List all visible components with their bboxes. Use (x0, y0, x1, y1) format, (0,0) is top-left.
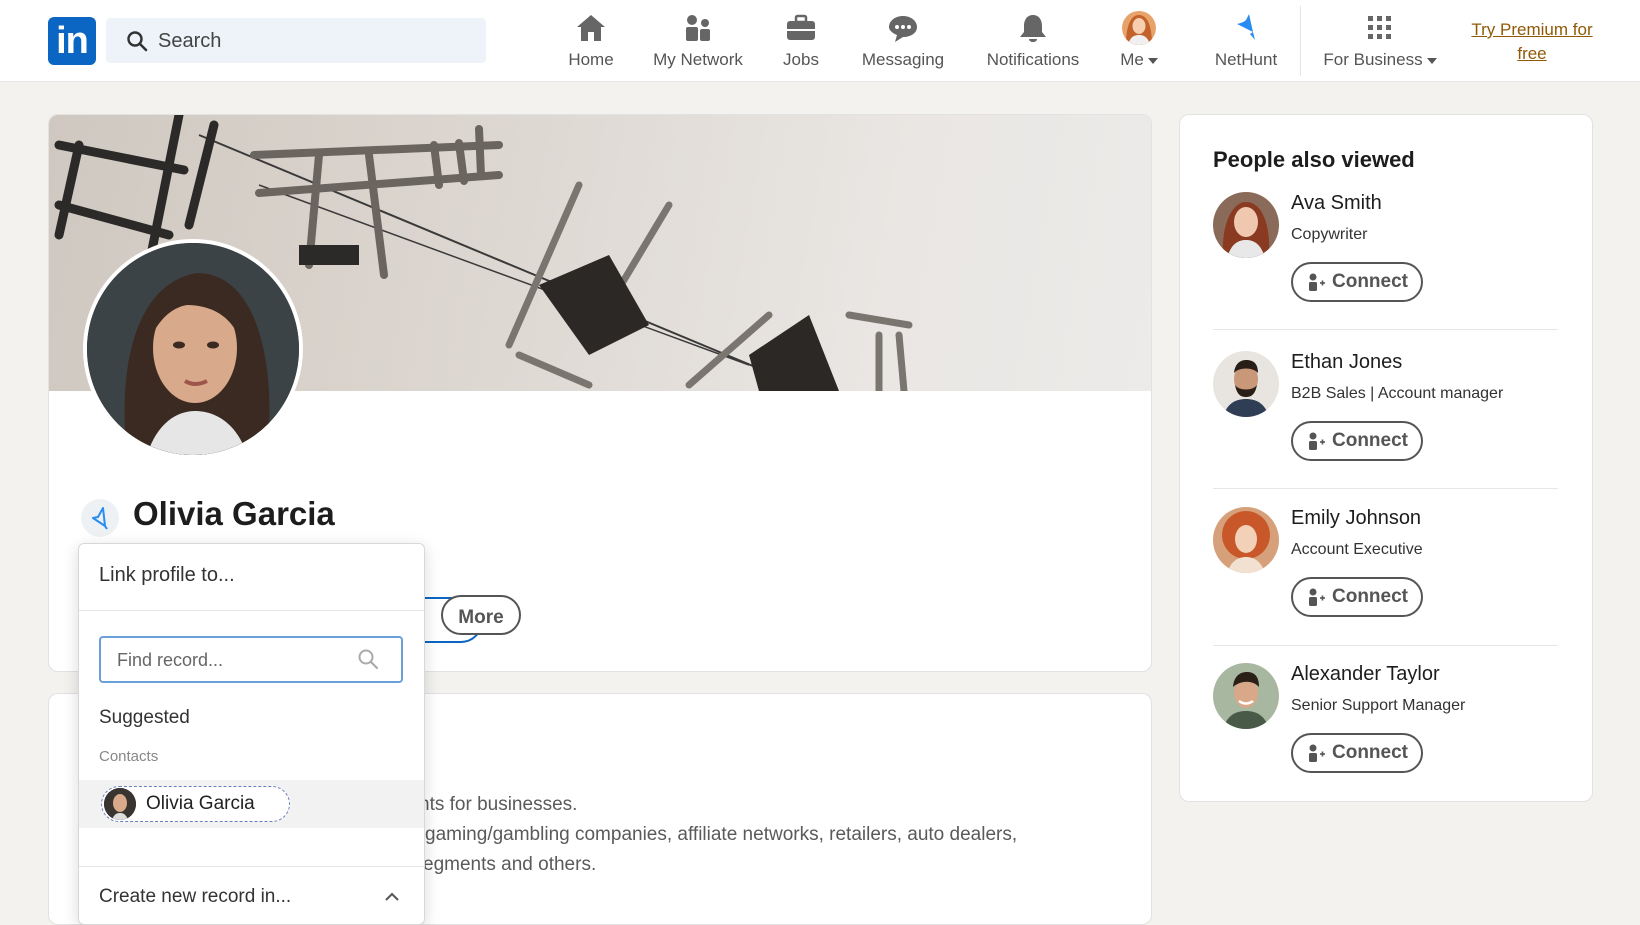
find-record-input[interactable] (115, 638, 359, 683)
connect-label: Connect (1332, 271, 1408, 292)
people-also-viewed-title: People also viewed (1213, 147, 1415, 172)
nav-divider (1300, 6, 1301, 76)
person-name[interactable]: Ethan Jones (1291, 351, 1402, 374)
person-card: Ava Smith Copywriter Connect (1213, 192, 1558, 342)
person-avatar-image (1213, 663, 1279, 729)
connect-button[interactable]: Connect (1291, 421, 1423, 461)
person-card: Alexander Taylor Senior Support Manager … (1213, 663, 1558, 813)
dropdown-divider (79, 866, 424, 867)
search-icon (358, 649, 379, 670)
person-avatar[interactable] (1213, 663, 1279, 729)
contact-avatar (104, 788, 136, 820)
person-card: Ethan Jones B2B Sales | Account manager … (1213, 351, 1558, 501)
about-line-2: gaming/gambling companies, affiliate net… (425, 824, 1018, 845)
me-caret-icon (1147, 57, 1158, 64)
find-record-box[interactable] (99, 636, 403, 683)
person-role: Senior Support Manager (1291, 697, 1466, 714)
network-icon (686, 15, 710, 41)
nav-messaging[interactable]: Messaging (856, 10, 950, 72)
people-also-viewed-card: People also viewed Ava Smith Copywriter … (1179, 114, 1593, 802)
create-new-record-label[interactable]: Create new record in... (99, 886, 291, 908)
try-premium-link[interactable]: Try Premium for free (1462, 18, 1602, 66)
nav-messaging-label: Messaging (861, 50, 945, 69)
person-divider (1213, 645, 1558, 646)
top-navbar: in Home My Network Jobs Messaging Notifi… (0, 0, 1640, 82)
person-name[interactable]: Alexander Taylor (1291, 663, 1440, 686)
nethunt-icon (92, 507, 108, 530)
connect-button[interactable]: Connect (1291, 733, 1423, 773)
nav-notifications-label: Notifications (986, 50, 1080, 69)
person-name[interactable]: Emily Johnson (1291, 507, 1421, 530)
nav-for-business[interactable]: For Business (1318, 10, 1442, 72)
nav-jobs-label: Jobs (783, 50, 819, 69)
person-avatar-image (1213, 351, 1279, 417)
person-divider (1213, 329, 1558, 330)
connect-button[interactable]: Connect (1291, 262, 1423, 302)
chevron-up-icon[interactable] (384, 892, 400, 902)
profile-photo[interactable] (83, 239, 303, 459)
connect-label: Connect (1332, 586, 1408, 607)
connect-label: Connect (1332, 430, 1408, 451)
about-line-3: egments and others. (423, 854, 597, 875)
contact-avatar-image (104, 788, 136, 820)
suggested-heading: Suggested (99, 707, 190, 728)
home-icon (577, 15, 605, 41)
briefcase-icon (787, 14, 815, 40)
nav-nethunt[interactable]: NetHunt (1208, 10, 1284, 72)
bell-icon (1020, 15, 1046, 42)
premium-line2: free (1517, 44, 1547, 63)
more-button[interactable]: More (441, 595, 521, 635)
contacts-heading: Contacts (99, 748, 159, 765)
add-person-icon (1309, 744, 1325, 762)
nav-me-label: Me (1112, 50, 1166, 70)
nethunt-link-button[interactable] (81, 499, 119, 537)
search-input[interactable] (156, 18, 480, 65)
connect-button[interactable]: Connect (1291, 577, 1423, 617)
person-divider (1213, 488, 1558, 489)
person-card: Emily Johnson Account Executive Connect (1213, 507, 1558, 657)
contact-chip[interactable]: Olivia Garcia (101, 786, 290, 822)
person-role: Copywriter (1291, 226, 1368, 243)
for-business-caret-icon (1426, 57, 1437, 64)
me-text: Me (1120, 50, 1144, 69)
me-avatar (1122, 11, 1156, 45)
link-profile-dropdown: Link profile to... Suggested Contacts Ol… (78, 543, 425, 925)
nav-my-network-label: My Network (653, 50, 743, 69)
person-role: B2B Sales | Account manager (1291, 385, 1504, 402)
person-avatar[interactable] (1213, 351, 1279, 417)
nav-nethunt-label: NetHunt (1214, 50, 1278, 69)
contact-name: Olivia Garcia (146, 793, 255, 814)
person-avatar-image (1213, 507, 1279, 573)
search-icon (127, 31, 148, 52)
messaging-icon (889, 16, 917, 42)
search-box[interactable] (106, 18, 486, 65)
add-person-icon (1309, 588, 1325, 606)
nav-for-business-label: For Business (1318, 50, 1442, 70)
nethunt-icon (1237, 14, 1255, 40)
nav-home[interactable]: Home (556, 10, 626, 72)
person-role: Account Executive (1291, 541, 1423, 558)
nav-home-label: Home (568, 50, 614, 69)
person-name[interactable]: Ava Smith (1291, 192, 1382, 215)
profile-photo-image (87, 243, 299, 455)
person-avatar[interactable] (1213, 192, 1279, 258)
connect-label: Connect (1332, 742, 1408, 763)
dropdown-divider (79, 610, 424, 611)
profile-name: Olivia Garcia (133, 495, 335, 532)
person-avatar-image (1213, 192, 1279, 258)
linkedin-logo[interactable]: in (48, 17, 96, 65)
person-avatar[interactable] (1213, 507, 1279, 573)
premium-line1: Try Premium for (1471, 20, 1593, 39)
add-person-icon (1309, 432, 1325, 450)
suggested-contact-row[interactable]: Olivia Garcia (79, 780, 424, 828)
nav-my-network[interactable]: My Network (648, 10, 748, 72)
nav-me[interactable]: Me (1112, 10, 1166, 72)
for-business-text: For Business (1323, 50, 1423, 69)
nav-jobs[interactable]: Jobs (766, 10, 836, 72)
nav-notifications[interactable]: Notifications (980, 10, 1086, 72)
grid-icon (1368, 16, 1391, 39)
about-line-1: nts for businesses. (419, 794, 578, 815)
dropdown-title: Link profile to... (99, 564, 235, 586)
add-person-icon (1309, 273, 1325, 291)
